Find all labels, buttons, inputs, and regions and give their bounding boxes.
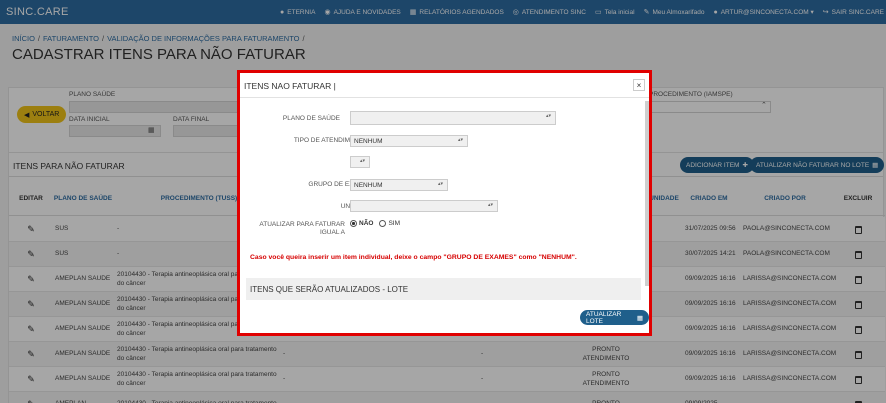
radio-sim[interactable]: SIM	[379, 220, 400, 227]
select-arrows-icon: ▴▾	[359, 158, 365, 164]
radio-nao-dot[interactable]	[350, 220, 357, 227]
grupo-exames-select[interactable]: NENHUM ▴▾	[350, 179, 448, 191]
tipo-atendimento-select[interactable]: NENHUM ▴▾	[350, 135, 468, 147]
lote-items-section: ITENS QUE SERÃO ATUALIZADOS - LOTE	[246, 278, 641, 300]
modal-header: ITENS NAO FATURAR | ×	[240, 73, 649, 98]
plano-select[interactable]: ▴▾	[350, 111, 556, 125]
grupo-value: NENHUM	[354, 181, 383, 189]
update-lote-button[interactable]: ATUALIZAR LOTE ▦	[580, 310, 649, 325]
select-arrows-icon: ▴▾	[437, 181, 443, 187]
table-icon: ▦	[636, 314, 643, 322]
modal-scrollbar[interactable]	[645, 101, 649, 286]
unidade-select[interactable]: ▴▾	[350, 200, 498, 212]
radio-sim-dot[interactable]	[379, 220, 387, 227]
modal-title: ITENS NAO FATURAR |	[244, 81, 336, 91]
select-arrows-icon: ▴▾	[457, 137, 463, 143]
plano-label: PLANO DE SAÚDE	[282, 115, 340, 122]
select-arrows-icon: ▴▾	[545, 113, 551, 119]
radio-nao[interactable]: NÃO	[350, 220, 373, 227]
radio-nao-label: NÃO	[359, 220, 374, 228]
update-lote-label: ATUALIZAR LOTE	[586, 310, 622, 325]
radio-sim-label: SIM	[388, 220, 401, 228]
atualizar-radio-group: NÃO SIM	[350, 220, 400, 227]
warning-message: Caso você queira inserir um item individ…	[250, 254, 577, 261]
close-icon[interactable]: ×	[633, 79, 645, 91]
tipo-value: NENHUM	[354, 137, 383, 145]
select-arrows-icon: ▴▾	[487, 202, 493, 208]
atualizar-label: ATUALIZAR PARA FATURAR IGUAL A	[259, 221, 345, 237]
itens-nao-faturar-modal: ITENS NAO FATURAR | × PLANO DE SAÚDE ▴▾ …	[237, 70, 652, 336]
lote-select[interactable]: ▴▾	[350, 156, 370, 168]
